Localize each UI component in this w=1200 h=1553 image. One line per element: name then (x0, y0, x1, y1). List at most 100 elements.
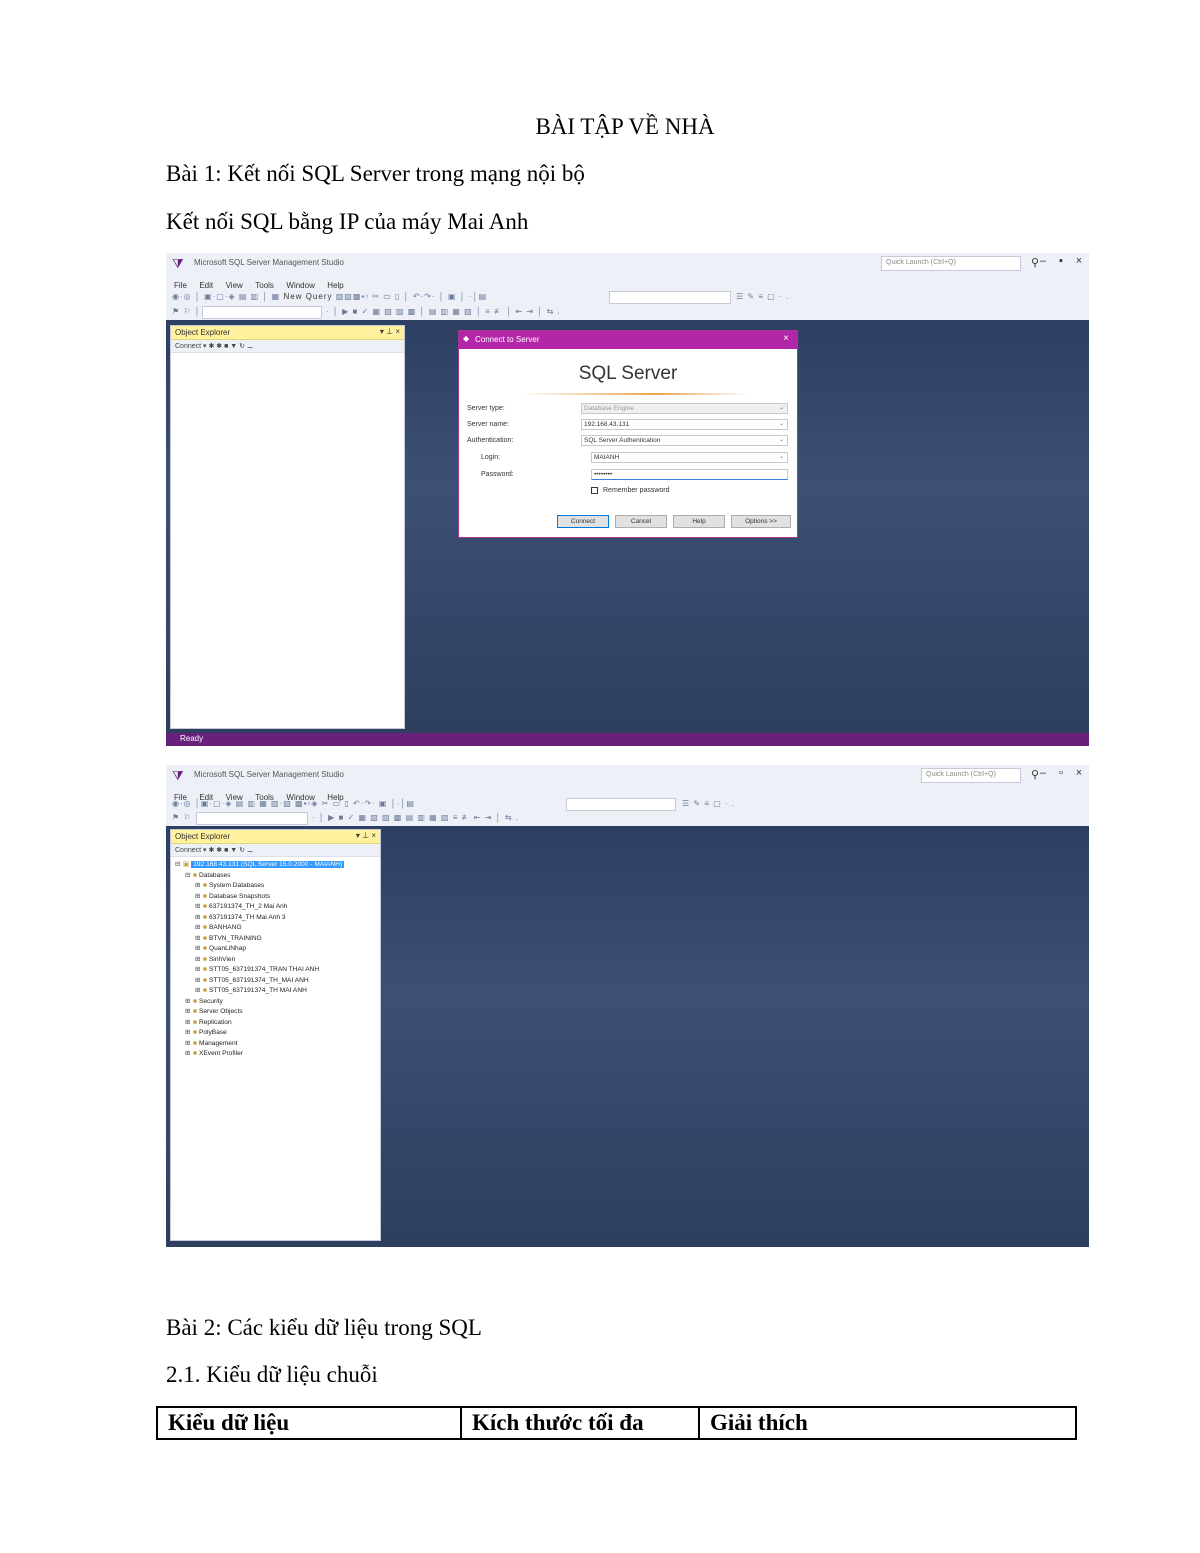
expand-toggle-icon[interactable]: ⊞ (195, 976, 201, 987)
authentication-select[interactable]: SQL Server Authentication ⌄ (581, 435, 788, 446)
tree-node[interactable]: ⊞ ■ System Databases (171, 881, 344, 892)
cancel-button[interactable]: Cancel (615, 515, 667, 528)
menu-help[interactable]: Help (327, 281, 343, 290)
menu-window[interactable]: Window (286, 281, 314, 290)
ssms-app-icon: ⧩ (172, 256, 184, 271)
expand-toggle-icon[interactable]: ⊞ (195, 923, 201, 934)
connect-button[interactable]: Connect ▾ ✱ ✱ ■ ▼ ↻ ⚊ (175, 846, 253, 854)
tree-node[interactable]: ⊞ ■ Server Objects (171, 1007, 344, 1018)
tree-node[interactable]: ⊞ ■ BANHANG (171, 923, 344, 934)
authentication-label: Authentication: (467, 437, 514, 444)
database-combo[interactable] (196, 812, 308, 825)
expand-toggle-icon[interactable]: ⊞ (185, 1007, 191, 1018)
title-bar: ⧩ Microsoft SQL Server Management Studio… (166, 253, 1089, 275)
tree-node[interactable]: ⊞ ■ QuanLiNhap (171, 944, 344, 955)
minimize-icon[interactable]: – (1035, 255, 1051, 267)
tree-node[interactable]: ⊞ ■ XEvent Profiler (171, 1049, 344, 1060)
toolbar-icons-right[interactable]: ☰ ✎ ≡ ▢ · . (736, 292, 789, 301)
string-datatype-table: Kiểu dữ liệu Kích thước tối đa Giải thíc… (156, 1406, 1077, 1440)
expand-toggle-icon[interactable]: ⊞ (195, 986, 201, 997)
expand-toggle-icon[interactable]: ⊞ (185, 1049, 191, 1060)
minimize-icon[interactable]: – (1035, 767, 1051, 779)
folder-icon: ■ (203, 955, 207, 963)
expand-toggle-icon[interactable]: ⊞ (185, 997, 191, 1008)
expand-toggle-icon[interactable]: ⊞ (195, 955, 201, 966)
tree-node-label: STT05_637191374_TRAN THAI ANH (208, 966, 320, 973)
expand-toggle-icon[interactable]: ⊞ (195, 944, 201, 955)
column-header-kieu-du-lieu: Kiểu dữ liệu (156, 1406, 462, 1440)
connect-button[interactable]: Connect ▾ ✱ ✱ ■ ▼ ↻ ⚊ (175, 342, 253, 350)
expand-toggle-icon[interactable]: ⊞ (185, 1039, 191, 1050)
sql-toolbar-icons-2[interactable]: · │ ▶ ■ ✓ ▦ ▧ ▨ ▩ │ ▤ ▥ ▦ ▧ │ ≡ ≢ │ ⇤ ⇥ … (326, 307, 561, 316)
menu-tools[interactable]: Tools (255, 281, 274, 290)
close-icon[interactable]: × (1071, 767, 1087, 779)
remember-password-checkbox[interactable] (591, 487, 598, 494)
tree-node[interactable]: ⊞ ■ Database Snapshots (171, 892, 344, 903)
quick-launch-input[interactable]: Quick Launch (Ctrl+Q) (881, 256, 1021, 271)
tree-node[interactable]: ⊞ ■ 637191374_TH Mai Anh 3 (171, 913, 344, 924)
chevron-down-icon: ⌄ (778, 421, 784, 427)
menu-view[interactable]: View (226, 281, 243, 290)
tree-node[interactable]: ⊟ ▣ 192.168.43.131 (SQL Server 15.0.2000 -… (171, 860, 345, 871)
server-name-input[interactable]: 192.168.43.131 ⌄ (581, 419, 788, 430)
close-icon[interactable]: × (1071, 255, 1087, 267)
sql-toolbar-icons[interactable]: ⚑ ⚐ │ (172, 307, 201, 316)
tree-node[interactable]: ⊞ ■ Management (171, 1039, 344, 1050)
panel-controls-icon[interactable]: ▾ ⊥ × (380, 327, 400, 336)
expand-toggle-icon[interactable]: ⊞ (185, 1028, 191, 1039)
toolbar-combo[interactable] (609, 291, 731, 304)
options-button[interactable]: Options >> (731, 515, 791, 528)
tree-node[interactable]: ⊞ ■ 637191374_TH_2 Mai Anh (171, 902, 344, 913)
server-type-select[interactable]: Database Engine ⌄ (581, 403, 788, 414)
quick-launch-input[interactable]: Quick Launch (Ctrl+Q) (921, 768, 1021, 783)
object-explorer-toolbar: Connect ▾ ✱ ✱ ■ ▼ ↻ ⚊ (171, 844, 380, 857)
menu-file[interactable]: File (174, 281, 187, 290)
tree-node[interactable]: ⊞ ■ STT05_637191374_TRAN THAI ANH (171, 965, 344, 976)
tree-node[interactable]: ⊞ ■ BTVN_TRAINING (171, 934, 344, 945)
connect-to-server-dialog: ◆ Connect to Server × SQL Server Server … (458, 330, 798, 538)
expand-toggle-icon[interactable]: ⊞ (195, 934, 201, 945)
expand-toggle-icon[interactable]: ⊞ (195, 892, 201, 903)
help-button[interactable]: Help (673, 515, 725, 528)
expand-toggle-icon[interactable]: ⊞ (195, 881, 201, 892)
dialog-close-icon[interactable]: × (783, 333, 789, 344)
toolbar-icons[interactable]: ◉·◎ │▣·▢·◈ ▤ ▥ ▦ ▧·▨ ▩▪▫◈ ✂ ▭ ▯ ↶·↷· ▣ │… (172, 799, 415, 808)
ssms-screenshot-connected: ⧩ Microsoft SQL Server Management Studio… (166, 765, 1089, 1247)
server-type-value: Database Engine (584, 405, 634, 412)
expand-toggle-icon[interactable]: ⊟ (185, 871, 191, 882)
toolbar-icons-right[interactable]: ☰ ✎ ≡ ▢ · . (682, 799, 735, 808)
connect-button[interactable]: Connect (557, 515, 609, 528)
login-input[interactable]: MAIANH ⌄ (591, 452, 788, 463)
tree-node[interactable]: ⊞ ■ STT05_637191374_TH_MAI ANH (171, 976, 344, 987)
tree-node[interactable]: ⊞ ■ Replication (171, 1018, 344, 1029)
password-input[interactable]: •••••••• (591, 469, 788, 480)
restore-icon[interactable]: ▫ (1053, 767, 1069, 779)
folder-icon: ■ (203, 882, 207, 889)
object-explorer-tree: ⊟ ▣ 192.168.43.131 (SQL Server 15.0.2000 -… (171, 860, 345, 1060)
tree-node[interactable]: ⊞ ■ PolyBase (171, 1028, 344, 1039)
menu-bar: File Edit View Tools Window Help (166, 275, 1089, 290)
tree-node[interactable]: ⊟ ■ Databases (171, 871, 344, 882)
expand-toggle-icon[interactable]: ⊞ (195, 965, 201, 976)
menu-edit[interactable]: Edit (199, 281, 213, 290)
expand-toggle-icon[interactable]: ⊞ (195, 902, 201, 913)
toolbar-icons[interactable]: ◉·◎ │ ▣·▢·◈ ▤ ▥ │ ▦ New Query ▧▨▩▪▫ ✂ ▭ … (172, 292, 487, 301)
tree-node[interactable]: ⊞ ■ STT05_637191374_TH MAI ANH (171, 986, 344, 997)
new-query-button[interactable]: New Query (283, 292, 332, 301)
panel-controls-icon[interactable]: ▾ ⊥ × (356, 831, 376, 840)
tree-node[interactable]: ⊞ ■ SinhVien (171, 955, 344, 966)
expand-toggle-icon[interactable]: ⊞ (185, 1018, 191, 1029)
toolbar-combo[interactable] (566, 798, 676, 811)
folder-icon: ■ (203, 987, 207, 994)
restore-icon[interactable]: ▪ (1053, 255, 1069, 267)
folder-icon: ■ (193, 1029, 197, 1036)
tree-node-label: 637191374_TH_2 Mai Anh (208, 903, 288, 910)
tree-node[interactable]: ⊞ ■ Security (171, 997, 344, 1008)
tree-node-label: STT05_637191374_TH MAI ANH (208, 987, 307, 994)
expand-toggle-icon[interactable]: ⊟ (175, 860, 181, 871)
expand-toggle-icon[interactable]: ⊞ (195, 913, 201, 924)
database-combo[interactable] (202, 306, 322, 319)
sql-toolbar-icons[interactable]: ⚑ ⚐ (172, 813, 192, 822)
object-explorer-panel: Object Explorer ▾ ⊥ × Connect ▾ ✱ ✱ ■ ▼ … (170, 325, 405, 729)
sql-toolbar-icons-2[interactable]: · │ ▶ ■ ✓ ▦ ▧ ▨ ▩ ▤ ▥ ▦ ▧ ≡ ≢ ⇤ ⇥ │ ⇆ . (312, 813, 519, 822)
